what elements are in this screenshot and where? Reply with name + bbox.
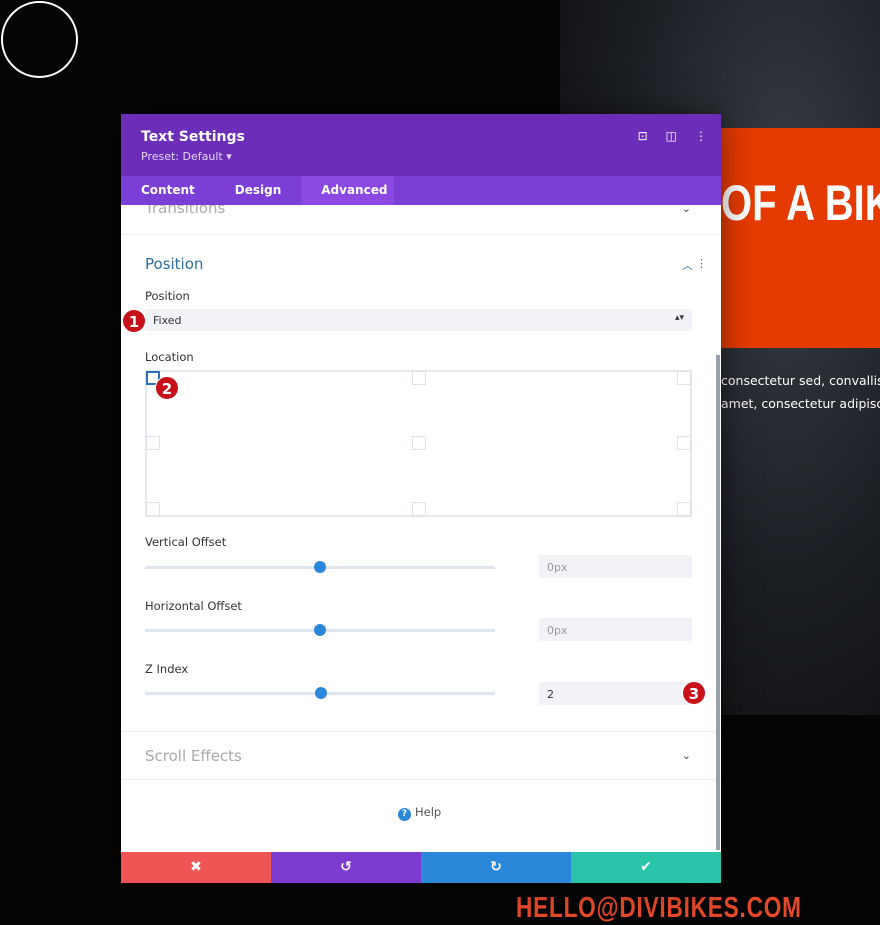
- select-arrows-icon: ▴▾: [674, 313, 684, 323]
- location-top-center[interactable]: [412, 371, 426, 385]
- chevron-down-icon[interactable]: ⌄: [682, 205, 691, 215]
- transitions-section-toggle[interactable]: Transitions: [145, 205, 225, 217]
- horizontal-offset-label: Horizontal Offset: [145, 599, 242, 613]
- location-grid: [145, 370, 692, 517]
- modal-header: Text Settings Preset: Default ▾ ⊡ ◫ ⋮: [121, 114, 721, 176]
- hero-text: OF A BIKE: [721, 175, 880, 231]
- help-link[interactable]: ? Help: [398, 805, 441, 821]
- location-label: Location: [145, 350, 194, 364]
- vertical-offset-input[interactable]: 0px: [539, 555, 692, 578]
- text-settings-modal: Text Settings Preset: Default ▾ ⊡ ◫ ⋮ Co…: [121, 114, 721, 883]
- location-bottom-left[interactable]: [146, 502, 160, 516]
- position-value: Fixed: [153, 314, 182, 327]
- tab-bar: Content Design Advanced: [121, 176, 721, 205]
- chevron-down-icon[interactable]: ⌄: [682, 749, 691, 762]
- z-index-label: Z Index: [145, 662, 189, 676]
- split-view-icon[interactable]: ◫: [666, 129, 677, 143]
- body-text-line: consectetur sed, convallis at: [721, 373, 880, 388]
- focus-icon[interactable]: ⊡: [638, 129, 648, 143]
- vertical-offset-slider[interactable]: [145, 561, 495, 573]
- cursor-circle: [1, 1, 78, 78]
- hero-banner: OF A BIKE: [721, 128, 880, 348]
- slider-handle[interactable]: [314, 561, 326, 573]
- position-section-title[interactable]: Position: [145, 255, 203, 273]
- section-options-icon[interactable]: ⋮: [696, 257, 707, 270]
- body-text-line: amet, consectetur adipiscing: [721, 396, 880, 411]
- vertical-offset-label: Vertical Offset: [145, 535, 227, 549]
- location-center-right[interactable]: [677, 436, 691, 450]
- marker-badge: 2: [155, 376, 179, 400]
- scroll-effects-section-toggle[interactable]: Scroll Effects: [145, 747, 242, 765]
- preset-dropdown[interactable]: Preset: Default ▾: [141, 150, 232, 163]
- tab-content[interactable]: Content: [121, 176, 215, 205]
- modal-footer: ✖ ↺ ↻ ✔: [121, 852, 721, 883]
- cancel-button[interactable]: ✖: [121, 852, 271, 883]
- location-bottom-right[interactable]: [677, 502, 691, 516]
- position-label: Position: [145, 289, 190, 303]
- location-center[interactable]: [412, 436, 426, 450]
- position-select[interactable]: Fixed ▴▾: [145, 309, 692, 331]
- save-button[interactable]: ✔: [571, 852, 721, 883]
- location-center-left[interactable]: [146, 436, 160, 450]
- marker-badge: 3: [682, 681, 706, 705]
- settings-panel: Transitions ⌄ Position ︿ ⋮ Position Fixe…: [121, 205, 721, 852]
- marker-badge: 1: [122, 309, 146, 333]
- horizontal-offset-slider[interactable]: [145, 624, 495, 636]
- modal-title: Text Settings: [141, 129, 245, 145]
- help-label: Help: [415, 805, 442, 819]
- undo-button[interactable]: ↺: [271, 852, 421, 883]
- email-link[interactable]: HELLO@DIVIBIKES.COM: [516, 892, 802, 925]
- chevron-up-icon[interactable]: ︿: [682, 257, 693, 273]
- location-bottom-center[interactable]: [412, 502, 426, 516]
- more-options-icon[interactable]: ⋮: [695, 129, 707, 143]
- z-index-slider[interactable]: [145, 687, 495, 699]
- help-icon: ?: [398, 808, 411, 821]
- tab-advanced[interactable]: Advanced: [301, 176, 395, 205]
- z-index-input[interactable]: 2: [539, 682, 692, 705]
- slider-handle[interactable]: [314, 624, 326, 636]
- slider-handle[interactable]: [315, 687, 327, 699]
- horizontal-offset-input[interactable]: 0px: [539, 618, 692, 641]
- scrollbar[interactable]: [716, 355, 720, 850]
- location-top-right[interactable]: [677, 371, 691, 385]
- redo-button[interactable]: ↻: [421, 852, 571, 883]
- tab-design[interactable]: Design: [215, 176, 302, 205]
